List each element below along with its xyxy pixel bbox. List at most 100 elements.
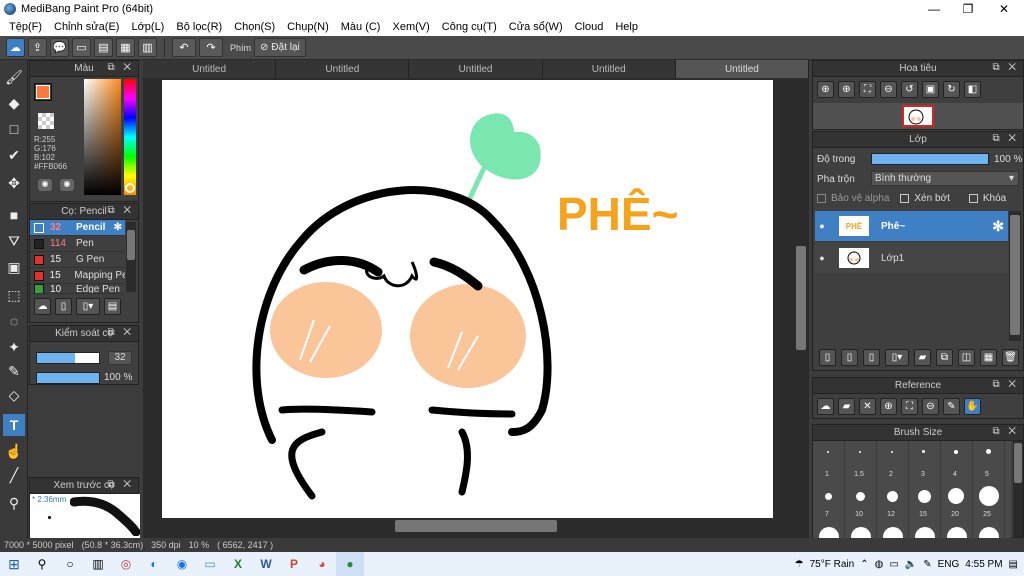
canvas-vertical-scroll-thumb[interactable] (796, 246, 806, 350)
zoom-in-icon[interactable]: ⊕ (880, 398, 897, 415)
zoom-out-icon[interactable]: ⊖ (880, 81, 897, 98)
size-dot[interactable] (948, 488, 964, 504)
operation-tool-icon[interactable]: ☝ (3, 440, 25, 462)
size-dot[interactable] (979, 486, 999, 506)
panel-close-icon[interactable]: ⧉ ✕ (107, 479, 134, 490)
size-dot[interactable] (827, 451, 829, 453)
magic-wand-icon[interactable]: ✦ (3, 336, 25, 358)
panel-close-icon[interactable]: ⧉ ✕ (107, 205, 134, 216)
drawing-canvas[interactable]: PHÊ~ (162, 80, 773, 518)
menu-color[interactable]: Màu (C) (335, 21, 387, 33)
store-icon[interactable]: ◉ (168, 552, 196, 576)
new-layer-icon[interactable]: ▯ (819, 349, 836, 366)
size-dot[interactable] (859, 451, 861, 453)
size-dot[interactable] (918, 490, 931, 503)
new-halftone-layer-icon[interactable]: ▯ (841, 349, 858, 366)
app-taskbar-icon[interactable]: ◎ (112, 552, 140, 576)
weather-text[interactable]: 75°F Rain (810, 559, 855, 570)
tab-untitled-2[interactable]: Untitled (276, 60, 410, 78)
new-brush-icon[interactable]: ▯ (55, 298, 72, 315)
excel-icon[interactable]: X (224, 552, 252, 576)
powerpoint-icon[interactable]: P (280, 552, 308, 576)
rectangle-tool-icon[interactable]: □ (3, 118, 25, 140)
brush-opacity-slider[interactable] (36, 372, 100, 384)
panel-close-icon[interactable]: ⧉ ✕ (992, 426, 1019, 437)
zoom-in-icon[interactable]: ⊕ (817, 81, 834, 98)
size-dot[interactable] (986, 449, 991, 454)
menu-select[interactable]: Chọn(S) (228, 21, 281, 33)
new-8bit-layer-icon[interactable]: ▯ (863, 349, 880, 366)
zoom-in-alt-icon[interactable]: ⊕ (838, 81, 855, 98)
clipping-checkbox[interactable] (900, 194, 910, 203)
size-dot[interactable] (954, 450, 958, 454)
color-saturation-square[interactable] (84, 79, 121, 195)
eyedropper-icon[interactable]: ✎ (943, 398, 960, 415)
brush-size-scroll-thumb[interactable] (1014, 443, 1022, 483)
rotate-right-icon[interactable]: ↻ (943, 81, 960, 98)
menu-tools[interactable]: Công cụ(T) (436, 21, 503, 33)
cloud-icon[interactable]: ☁ (6, 38, 25, 57)
brush-size-grid[interactable]: 1 1.5 2 3 4 5 7 10 12 15 20 25 (813, 441, 1011, 541)
panel-close-icon[interactable]: ⧉ ✕ (992, 379, 1019, 390)
task-view-icon[interactable]: ▥ (84, 552, 112, 576)
size-dot[interactable] (891, 451, 893, 453)
open-folder-icon[interactable]: ▰ (838, 398, 855, 415)
eyedropper-tool-icon[interactable]: ⚲ (3, 492, 25, 514)
size-dot[interactable] (856, 492, 865, 501)
menu-filter[interactable]: Bộ lọc(R) (170, 21, 228, 33)
text-tool-icon[interactable]: T (3, 414, 25, 436)
canvas-horizontal-scroll-thumb[interactable] (395, 520, 557, 532)
panel-close-icon[interactable]: ⧉ ✕ (107, 62, 134, 73)
chrome-icon[interactable]: ◕ (308, 552, 336, 576)
fit-icon[interactable]: ⛶ (901, 398, 918, 415)
cloud-brush-icon[interactable]: ☁ (34, 298, 51, 315)
rotate-left-icon[interactable]: ↺ (901, 81, 918, 98)
menu-view[interactable]: Xem(V) (386, 21, 435, 33)
close-reference-icon[interactable]: ✕ (859, 398, 876, 415)
close-button[interactable]: ✕ (986, 0, 1022, 18)
dot-tool-icon[interactable]: ✔ (3, 144, 25, 166)
move-tool-icon[interactable]: ✥ (3, 172, 25, 194)
layer-row-phe[interactable]: ● PHÊ Phê~ ✻ (815, 211, 1008, 241)
hue-handle[interactable] (125, 183, 135, 193)
notification-icon[interactable]: ▤ (1009, 559, 1018, 570)
panel-close-icon[interactable]: ⧉ ✕ (107, 327, 134, 338)
battery-icon[interactable]: ▭ (889, 559, 898, 570)
grid-icon[interactable]: ▦ (116, 38, 135, 57)
layer-settings-gear-icon[interactable]: ✻ (992, 218, 1004, 235)
comment-icon[interactable]: 💬 (50, 38, 69, 57)
minimize-button[interactable]: — (916, 0, 952, 18)
layer-row-lop1[interactable]: ● Lớp1 (815, 243, 1008, 273)
select-eraser-icon[interactable]: ◇ (3, 384, 25, 406)
size-dot[interactable] (887, 491, 898, 502)
brush-size-scrollbar[interactable] (1013, 441, 1023, 537)
hue-slider[interactable] (124, 79, 136, 195)
brush-item-mapping-pen[interactable]: 15 Mapping Pe (30, 268, 125, 284)
size-dot[interactable] (922, 450, 925, 453)
tab-untitled-5[interactable]: Untitled (675, 60, 810, 78)
select-pen-icon[interactable]: ✎ (3, 360, 25, 382)
size-dot[interactable] (825, 493, 832, 500)
brush-size-slider[interactable] (36, 352, 100, 364)
select-tool-icon[interactable]: ⬚ (3, 284, 25, 306)
layer-property-icon[interactable]: ▦ (980, 349, 997, 366)
language-indicator[interactable]: ENG (938, 559, 960, 570)
transparent-color-swatch[interactable] (38, 113, 54, 129)
duplicate-layer-icon[interactable]: ⧉ (936, 349, 953, 366)
clock[interactable]: 4:55 PM (965, 559, 1002, 570)
brush-list-scrollbar[interactable] (126, 222, 136, 292)
brush-size-value[interactable]: 32 (108, 351, 132, 365)
tab-untitled-1[interactable]: Untitled (143, 60, 277, 78)
hand-icon[interactable]: ✋ (964, 398, 981, 415)
brush-settings-icon[interactable]: ▤ (104, 298, 121, 315)
menu-file[interactable]: Tệp(F) (3, 21, 48, 33)
divide-tool-icon[interactable]: ╱ (3, 464, 25, 486)
add-brush-icon[interactable]: ▯▾ (76, 298, 100, 315)
chat-icon[interactable]: ▭ (72, 38, 91, 57)
color-history-icon[interactable]: ◉ (60, 179, 74, 191)
menu-window[interactable]: Cửa sổ(W) (503, 21, 569, 33)
network-icon[interactable]: ◍ (875, 559, 884, 570)
maximize-button[interactable]: ❐ (950, 0, 986, 18)
brush-item-pen[interactable]: 114 Pen (30, 236, 125, 252)
word-icon[interactable]: W (252, 552, 280, 576)
